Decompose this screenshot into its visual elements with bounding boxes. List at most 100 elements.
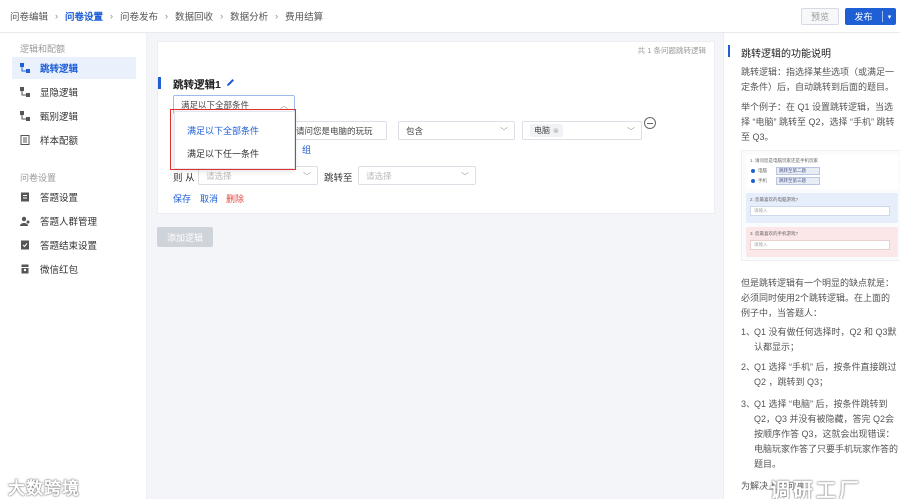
watermark-left: 大数跨境 <box>8 479 80 498</box>
title-accent-bar <box>158 77 161 89</box>
add-logic-button[interactable]: 添加逻辑 <box>157 227 213 247</box>
list-number: 2、 <box>741 362 756 372</box>
chevron-down-icon: ﹀ <box>500 127 508 136</box>
example-illustration: 1. 请问您是电脑玩家还是手机玩家 电脑 跳转至第二题 手机 跳转至第三题 2.… <box>741 150 900 261</box>
sidebar: 逻辑和配额 跳转逻辑 显隐逻辑 甄别逻辑 样本配额 问卷设置 答题设置 答题人群… <box>0 33 147 499</box>
sidebar-item-respondent-group[interactable]: 答题人群管理 <box>12 210 136 232</box>
help-title: 跳转逻辑的功能说明 <box>741 49 831 60</box>
sidebar-item-wechat-redpacket[interactable]: 微信红包 <box>12 258 136 280</box>
save-link[interactable]: 保存 <box>173 192 191 205</box>
chevron-down-icon: ﹀ <box>627 127 635 136</box>
value-select[interactable]: 电脑 ⊗ ﹀ <box>522 121 642 140</box>
illu-q1: 1. 请问您是电脑玩家还是手机玩家 电脑 跳转至第二题 手机 跳转至第三题 <box>746 155 898 189</box>
illu-q3: 3. 您最喜欢的手机游戏? 请输入 <box>746 227 898 257</box>
help-para-example: 举个例子：在 Q1 设置跳转逻辑，当选择 “电脑” 跳转至 Q2，选择 “手机”… <box>741 102 895 142</box>
sidebar-item-label: 微信红包 <box>40 265 79 276</box>
logic-count-note: 共 1 条问题跳转逻辑 <box>637 46 706 55</box>
sidebar-item-label: 答题人群管理 <box>40 217 98 228</box>
publish-button[interactable]: 发布 ▾ <box>845 8 896 25</box>
screen-logic-icon <box>20 111 30 121</box>
sidebar-item-jump-logic[interactable]: 跳转逻辑 <box>12 57 136 79</box>
answer-settings-icon <box>20 192 30 202</box>
illu-q2-input: 请输入 <box>750 206 890 216</box>
edit-pencil-icon[interactable] <box>226 78 235 89</box>
chevron-down-icon[interactable]: ▾ <box>883 13 896 21</box>
to-select-placeholder: 请选择 <box>366 170 392 181</box>
illu-radio-icon <box>751 179 755 183</box>
chevron-down-icon: ﹀ <box>461 172 469 181</box>
sidebar-item-answer-settings[interactable]: 答题设置 <box>12 186 136 208</box>
sidebar-item-label: 答题结束设置 <box>40 241 98 252</box>
breadcrumb-billing[interactable]: 费用结算 <box>285 9 323 23</box>
question-select-value: 请问您是电脑的玩玩 <box>296 125 373 136</box>
breadcrumb-sep-icon: › <box>165 11 169 21</box>
answer-end-icon <box>20 240 30 250</box>
breadcrumb-sep-icon: › <box>55 11 59 21</box>
operator-select-value: 包含 <box>406 125 424 136</box>
help-title-accent <box>728 45 730 57</box>
sidebar-item-sample-quota[interactable]: 样本配额 <box>12 129 136 151</box>
from-select-placeholder: 请选择 <box>206 170 232 181</box>
breadcrumb-settings[interactable]: 问卷设置 <box>65 9 103 23</box>
help-list-item: 3、 Q1 选择 “电脑” 后，按条件跳转到 Q2，Q3 并没有被隐藏，答完 Q… <box>741 397 900 472</box>
value-tag[interactable]: 电脑 ⊗ <box>530 124 563 137</box>
publish-label: 发布 <box>854 12 873 22</box>
sidebar-item-label: 甄别逻辑 <box>40 112 79 123</box>
help-panel: 跳转逻辑的功能说明 跳转逻辑：指选择某些选项（或满足一定条件）后，自动跳转到后面… <box>723 33 900 499</box>
remove-condition-icon[interactable] <box>644 117 656 129</box>
then-from-label: 则 从 <box>173 173 195 184</box>
sidebar-item-label: 跳转逻辑 <box>40 64 79 75</box>
breadcrumb-analysis[interactable]: 数据分析 <box>230 9 268 23</box>
illu-q1-title: 1. 请问您是电脑玩家还是手机玩家 <box>750 158 819 163</box>
list-item-text: Q1 选择 “手机” 后，按条件直接跳过Q2 ，跳转到 Q3； <box>754 362 897 387</box>
list-number: 1、 <box>741 327 756 337</box>
sidebar-item-screen-logic[interactable]: 甄别逻辑 <box>12 105 136 127</box>
chevron-down-icon: ﹀ <box>303 172 311 181</box>
watermark-right: 调研工厂 <box>770 480 862 499</box>
sidebar-item-show-hide-logic[interactable]: 显隐逻辑 <box>12 81 136 103</box>
illu-q3-title: 3. 您最喜欢的手机游戏? <box>750 231 799 236</box>
list-number: 3、 <box>741 399 756 409</box>
preview-button[interactable]: 预览 <box>801 8 839 25</box>
breadcrumb-edit[interactable]: 问卷编辑 <box>10 9 48 23</box>
illu-q2-title: 2. 您最喜欢的电脑游戏? <box>750 197 799 202</box>
sample-quota-icon <box>20 135 30 145</box>
illu-opt1: 电脑 <box>758 168 767 173</box>
close-icon[interactable]: ⊗ <box>553 127 559 135</box>
logic-title: 跳转逻辑1 <box>173 79 221 91</box>
sidebar-item-label: 显隐逻辑 <box>40 88 79 99</box>
respondent-group-icon <box>20 216 30 226</box>
help-para-definition: 跳转逻辑：指选择某些选项（或满足一定条件）后，自动跳转到后面的题目。 <box>741 67 895 92</box>
sidebar-group-logic: 逻辑和配额 <box>20 44 66 54</box>
illu-opt2: 手机 <box>758 178 767 183</box>
operator-select[interactable]: 包含 ﹀ <box>398 121 515 140</box>
top-bar: 问卷编辑 › 问卷设置 › 问卷发布 › 数据回收 › 数据分析 › 费用结算 … <box>0 0 900 33</box>
wechat-redpacket-icon <box>20 264 30 274</box>
help-para-drawback: 但是跳转逻辑有一个明显的缺点就是：必须同时使用2个跳转逻辑。在上面的例子中，当答… <box>741 278 895 318</box>
breadcrumb-sep-icon: › <box>220 11 224 21</box>
sidebar-item-label: 答题设置 <box>40 193 79 204</box>
sidebar-item-answer-end[interactable]: 答题结束设置 <box>12 234 136 256</box>
main-content: 共 1 条问题跳转逻辑 跳转逻辑1 满足以下全部条件 ︿ 请问您是电脑的玩玩 包… <box>147 33 723 499</box>
illu-q3-input: 请输入 <box>750 240 890 250</box>
sidebar-group-settings: 问卷设置 <box>20 173 57 183</box>
list-item-text: Q1 选择 “电脑” 后，按条件跳转到 Q2，Q3 并没有被隐藏，答完 Q2会按… <box>754 399 899 469</box>
breadcrumb-sep-icon: › <box>275 11 279 21</box>
breadcrumb-publish[interactable]: 问卷发布 <box>120 9 158 23</box>
sidebar-item-label: 样本配额 <box>40 136 79 147</box>
illu-opt1-jump: 跳转至第二题 <box>776 167 820 175</box>
jump-to-label: 跳转至 <box>324 173 353 184</box>
illu-opt2-jump: 跳转至第三题 <box>776 177 820 185</box>
to-question-select[interactable]: 请选择 ﹀ <box>358 166 476 185</box>
show-hide-logic-icon <box>20 87 30 97</box>
help-list-item: 2、 Q1 选择 “手机” 后，按条件直接跳过Q2 ，跳转到 Q3； <box>741 360 900 390</box>
cancel-link[interactable]: 取消 <box>200 192 218 205</box>
highlight-annotation-box <box>170 109 296 170</box>
list-item-text: Q1 没有做任何选择时，Q2 和 Q3默认都显示； <box>754 327 897 352</box>
help-list-item: 1、 Q1 没有做任何选择时，Q2 和 Q3默认都显示； <box>741 325 900 355</box>
value-tag-label: 电脑 <box>534 126 550 135</box>
add-condition-group-link[interactable]: 组 <box>302 143 311 156</box>
breadcrumb-collect[interactable]: 数据回收 <box>175 9 213 23</box>
illu-q2: 2. 您最喜欢的电脑游戏? 请输入 <box>746 193 898 223</box>
delete-link[interactable]: 删除 <box>226 192 244 205</box>
